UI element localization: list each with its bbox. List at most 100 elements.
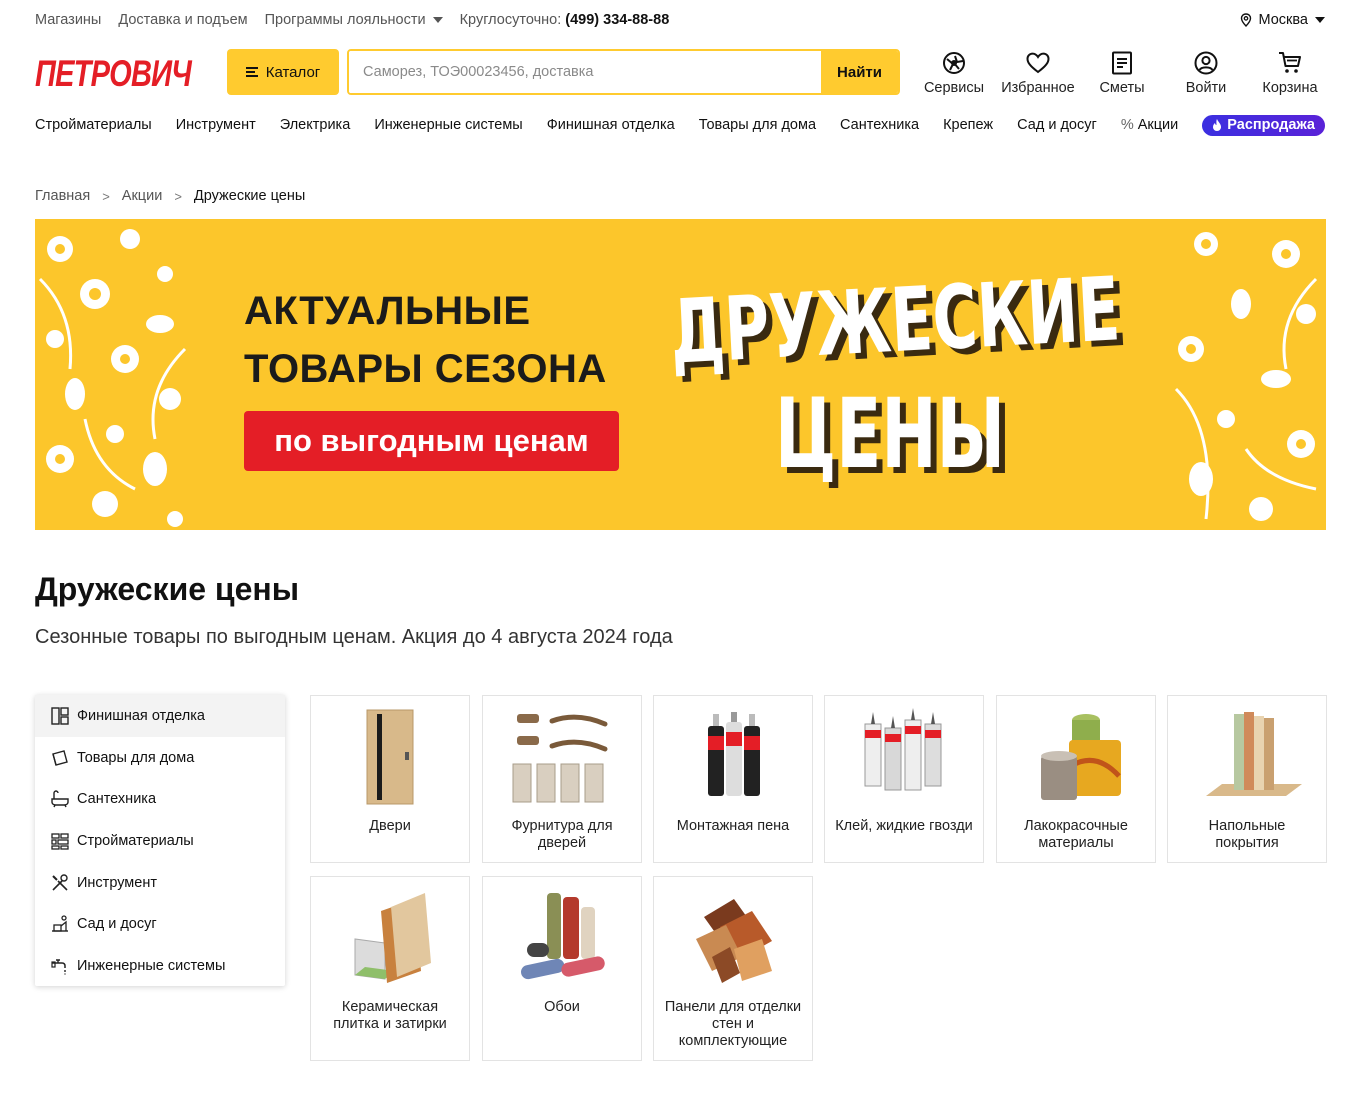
cart-button[interactable]: Корзина bbox=[1248, 50, 1332, 96]
catalog-button[interactable]: Каталог bbox=[227, 49, 339, 95]
phone-label: Круглосуточно: bbox=[459, 12, 562, 28]
tile-label: Лакокрасочные материалы bbox=[1024, 818, 1128, 851]
percent-icon: % bbox=[1120, 117, 1134, 133]
location-pin-icon bbox=[1241, 13, 1252, 27]
nav-item-engineering[interactable]: Инженерные системы bbox=[374, 117, 522, 133]
banner-title-line-2: ЦЕНЫ bbox=[775, 378, 1005, 489]
estimates-label: Сметы bbox=[1099, 80, 1145, 96]
garden-icon bbox=[52, 915, 68, 932]
services-button[interactable]: Сервисы bbox=[912, 50, 996, 96]
page-subtitle: Сезонные товары по выгодным ценам. Акция… bbox=[35, 626, 673, 648]
estimates-button[interactable]: Сметы bbox=[1080, 50, 1164, 96]
sidebar-item-plumbing[interactable]: Сантехника bbox=[35, 778, 285, 820]
sidebar-item-building-materials[interactable]: Стройматериалы bbox=[35, 820, 285, 862]
breadcrumb-home[interactable]: Главная bbox=[35, 188, 90, 204]
floral-pattern-right bbox=[1174, 232, 1318, 521]
category-tile-paints[interactable]: Лакокрасочные материалы bbox=[996, 695, 1156, 863]
flooring-image bbox=[1206, 712, 1302, 796]
sidebar-item-finishing[interactable]: Финишная отделка bbox=[35, 695, 285, 737]
stores-link[interactable]: Магазины bbox=[35, 12, 101, 28]
banner-headline: АКТУАЛЬНЫЕ ТОВАРЫ СЕЗОНА bbox=[244, 282, 607, 398]
sidebar-item-engineering[interactable]: Инженерные системы bbox=[35, 945, 285, 987]
chevron-right-icon: > bbox=[102, 188, 110, 204]
heart-icon bbox=[1026, 52, 1050, 74]
phone-info: Круглосуточно: (499) 334-88-88 bbox=[460, 12, 670, 28]
category-tile-glue[interactable]: Клей, жидкие гвозди bbox=[824, 695, 984, 863]
loyalty-label: Программы лояльности bbox=[264, 12, 426, 28]
category-tile-doors[interactable]: Двери bbox=[310, 695, 470, 863]
bathtub-icon bbox=[51, 790, 69, 808]
chevron-down-icon bbox=[432, 17, 443, 23]
phone-number[interactable]: (499) 334-88-88 bbox=[565, 12, 669, 28]
sidebar-item-garden[interactable]: Сад и досуг bbox=[35, 903, 285, 945]
faucet-icon bbox=[51, 959, 66, 975]
finishing-icon bbox=[51, 707, 69, 725]
tile-label: Клей, жидкие гвозди bbox=[835, 818, 973, 834]
tile-label: Фурнитура для дверей bbox=[511, 818, 613, 851]
services-icon bbox=[943, 52, 965, 74]
category-tile-wallpaper[interactable]: Обои bbox=[482, 876, 642, 1061]
category-tile-ceramic[interactable]: Керамическая плитка и затирки bbox=[310, 876, 470, 1061]
petrovich-logo[interactable]: ПЕТРОВИЧ bbox=[35, 52, 195, 92]
tile-label: Монтажная пена bbox=[676, 818, 790, 834]
category-tile-flooring[interactable]: Напольные покрытия bbox=[1167, 695, 1327, 863]
ceramic-tiles-image bbox=[354, 893, 431, 983]
wall-panels-image bbox=[696, 899, 772, 983]
sidebar-item-label: Сад и досуг bbox=[77, 916, 157, 933]
category-tile-wall-panels[interactable]: Панели для отделки стен и комплектующие bbox=[653, 876, 813, 1061]
category-tile-foam[interactable]: Монтажная пена bbox=[653, 695, 813, 863]
sidebar-item-tools[interactable]: Инструмент bbox=[35, 862, 285, 904]
nav-item-promo[interactable]: % Акции bbox=[1121, 117, 1178, 133]
sidebar-item-label: Сантехника bbox=[77, 791, 157, 808]
bricks-icon bbox=[51, 833, 69, 850]
city-selector[interactable]: Москва bbox=[1239, 12, 1325, 28]
sale-badge-button[interactable]: Распродажа bbox=[1202, 114, 1325, 136]
doors-image bbox=[366, 709, 414, 805]
favorites-button[interactable]: Избранное bbox=[996, 50, 1080, 96]
menu-icon bbox=[245, 67, 258, 77]
tools-icon bbox=[52, 873, 68, 891]
promo-banner[interactable]: АКТУАЛЬНЫЕ ТОВАРЫ СЕЗОНА по выгодным цен… bbox=[35, 219, 1326, 530]
nav-item-electrics[interactable]: Электрика bbox=[280, 117, 351, 133]
nav-item-home-goods[interactable]: Товары для дома bbox=[699, 117, 816, 133]
page-title: Дружеские цены bbox=[35, 571, 300, 607]
sidebar-item-home-goods[interactable]: Товары для дома bbox=[35, 737, 285, 779]
city-name: Москва bbox=[1258, 12, 1308, 28]
login-button[interactable]: Войти bbox=[1164, 50, 1248, 96]
login-label: Войти bbox=[1185, 80, 1227, 96]
top-utility-bar: Магазины Доставка и подъем Программы лоя… bbox=[35, 8, 1325, 32]
banner-cta[interactable]: по выгодным ценам bbox=[244, 411, 619, 471]
banner-line-2: ТОВАРЫ СЕЗОНА bbox=[244, 347, 607, 391]
loyalty-dropdown[interactable]: Программы лояльности bbox=[265, 12, 443, 28]
nav-item-plumbing[interactable]: Сантехника bbox=[840, 117, 919, 133]
tile-label: Обои bbox=[544, 999, 580, 1015]
glue-tubes-image bbox=[864, 708, 942, 791]
nav-item-garden[interactable]: Сад и досуг bbox=[1017, 117, 1097, 133]
tile-label: Панели для отделки стен и комплектующие bbox=[664, 999, 802, 1049]
nav-item-building-materials[interactable]: Стройматериалы bbox=[35, 117, 152, 133]
paint-cans-image bbox=[1041, 714, 1121, 800]
breadcrumb: Главная > Акции > Дружеские цены bbox=[35, 188, 305, 204]
search-button[interactable]: Найти bbox=[821, 51, 898, 93]
cart-label: Корзина bbox=[1262, 80, 1318, 96]
banner-line-1: АКТУАЛЬНЫЕ bbox=[244, 289, 531, 333]
estimate-icon bbox=[1112, 51, 1132, 75]
breadcrumb-current: Дружеские цены bbox=[193, 188, 306, 204]
services-label: Сервисы bbox=[923, 80, 985, 96]
category-tile-door-hardware[interactable]: Фурнитура для дверей bbox=[482, 695, 642, 863]
nav-item-tools[interactable]: Инструмент bbox=[176, 117, 256, 133]
nav-item-fasteners[interactable]: Крепеж bbox=[943, 117, 993, 133]
fire-icon bbox=[1213, 118, 1222, 131]
sidebar-item-label: Финишная отделка bbox=[77, 707, 205, 724]
cart-icon bbox=[1279, 52, 1301, 73]
search-input[interactable] bbox=[349, 51, 821, 93]
delivery-link[interactable]: Доставка и подъем bbox=[118, 12, 247, 28]
sidebar-item-label: Инструмент bbox=[77, 874, 157, 891]
breadcrumb-promo[interactable]: Акции bbox=[122, 188, 163, 204]
catalog-label: Каталог bbox=[265, 63, 321, 81]
sidebar-item-label: Товары для дома bbox=[77, 749, 195, 766]
category-sidebar: Финишная отделка Товары для дома Сантехн… bbox=[35, 695, 285, 986]
nav-item-finishing[interactable]: Финишная отделка bbox=[547, 117, 675, 133]
home-goods-icon bbox=[52, 749, 68, 766]
header-actions: Сервисы Избранное Сметы Войти Корзина bbox=[912, 50, 1332, 96]
